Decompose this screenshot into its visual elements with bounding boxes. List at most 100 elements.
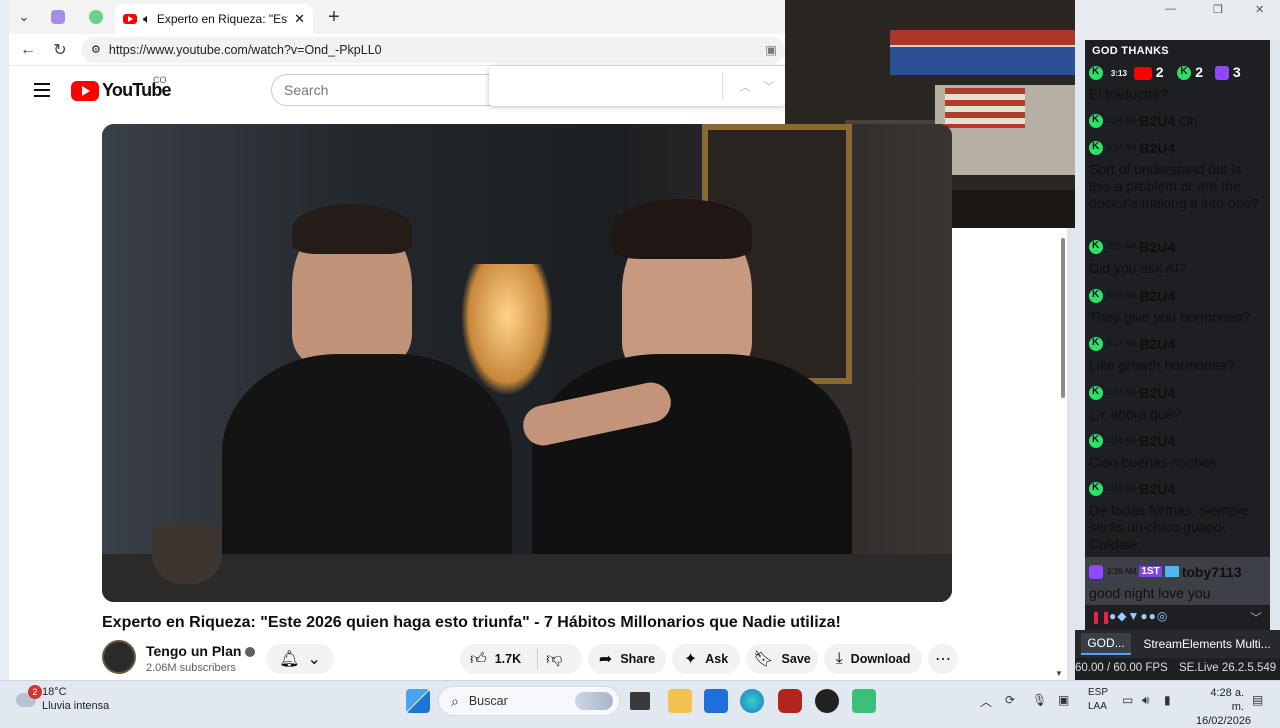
maximize-icon[interactable]: ❐ [1213,3,1223,16]
chat-username[interactable]: B2U4 [1139,336,1175,352]
emote-icons[interactable]: ●◆▼●●◎ [1109,609,1168,623]
chat-username[interactable]: B2U4 [1139,239,1175,255]
chat-username[interactable]: B2U4 [1139,288,1175,304]
bookmark-icon: 🔖︎ [753,651,774,668]
person-left-hair [292,204,412,254]
search-placeholder: Search [284,82,329,98]
store-icon[interactable] [704,689,728,713]
close-window-icon[interactable]: ✕ [1255,3,1264,16]
chat-username[interactable]: B2U4 [1139,385,1175,401]
language-indicator[interactable]: ESP LAA [1088,686,1108,714]
app-green-icon[interactable] [852,689,876,713]
chat-username[interactable]: B2U4 [1139,113,1175,129]
channel-avatar[interactable] [102,640,136,674]
obs-icon[interactable] [815,689,839,713]
kick-count: 2 [1195,64,1204,80]
chat-message: 3:15 AMB2U4 Did you ask AI? [1089,238,1267,277]
youtube-header: YouTube CO Search ︿ ﹀ [9,66,785,116]
microphone-icon[interactable]: 🎙︎ [1032,693,1047,707]
reload-icon[interactable]: ↻ [49,40,71,60]
tab-actions-chevron-icon[interactable]: ⌄ [9,2,39,32]
thumbs-down-icon[interactable]: 👎︎ [546,650,562,669]
clock-date: 16/02/2026 [1196,715,1252,727]
message-time: 3:16 AM [1107,291,1137,301]
pinned-tab-2[interactable] [77,0,115,34]
chat-username[interactable]: B2U4 [1139,140,1175,156]
pinned-tab-1[interactable] [39,0,77,34]
fps-readout: 60.00 / 60.00 FPS [1075,662,1168,674]
weather-text[interactable]: 18°C Lluvia intensa [42,685,109,713]
address-bar: ← ↻ ⚙︎ https://www.youtube.com/watch?v=O… [9,34,785,66]
chevron-down-icon[interactable]: ﹀ [1250,609,1262,626]
scroll-down-arrow-icon[interactable]: ▼ [1055,669,1063,678]
like-button[interactable]: 👍︎ 1.7K 👎︎ [460,644,582,674]
video-player[interactable] [102,124,952,602]
chat-message: 3:14 AMB2U4Oh [1089,112,1267,130]
clock[interactable]: 4:28 a. m. 16/02/2026 [1196,686,1252,728]
find-in-page-box[interactable]: ︿ ﹀ [489,66,785,106]
scrollbar-thumb[interactable] [1061,238,1065,398]
share-button[interactable]: ➦ Share [588,644,666,674]
tab-youtube-active[interactable]: 🔈︎ Experto en Riqueza: "Este 2026 ✕ [115,4,313,34]
save-label: Save [781,652,811,666]
sync-icon[interactable]: ⟳ [1005,693,1015,707]
notification-icon[interactable]: ▤ [1252,693,1263,707]
file-explorer-icon[interactable] [668,689,692,713]
tray-app-icon[interactable]: ▣ [1058,693,1069,707]
weather-widget[interactable]: 2 [14,685,42,711]
twitch-icon [1214,66,1229,81]
app-red-icon[interactable] [778,689,802,713]
cup [152,524,222,584]
task-view-icon[interactable] [630,692,650,710]
search-input[interactable]: Search [271,74,501,106]
windows-start-icon[interactable] [406,689,430,713]
message-time: 3:39 AM [1107,567,1137,577]
chat-username[interactable]: B2U4 [1139,433,1175,449]
save-button[interactable]: 🔖︎ Save [746,644,818,674]
download-button[interactable]: ⤓ Download [824,644,922,674]
message-time: 3:13 [1110,68,1127,78]
message-time: 3:15 AM [1107,242,1137,252]
message-text: They give you hormones? [1089,309,1251,325]
url-field[interactable]: ⚙︎ https://www.youtube.com/watch?v=Ond_-… [81,36,785,63]
kick-icon [1089,385,1103,400]
dock-tab-streamelements[interactable]: StreamElements Multi... [1137,633,1277,655]
close-tab-icon[interactable]: ✕ [294,11,305,27]
battery-icon[interactable]: ▮ [1164,693,1171,707]
youtube-play-icon [71,80,99,101]
dock-tab-god[interactable]: GOD... [1081,633,1131,655]
volume-icon[interactable]: 🔊︎ [1142,693,1150,708]
search-icon: ⌕ [451,692,459,709]
notifications-button[interactable]: 🔔︎ ⌄ [266,644,334,674]
message-time: 3:18 AM [1107,436,1137,446]
message-time: 3:17 AM [1107,388,1137,398]
back-arrow-icon[interactable]: ← [17,41,39,59]
find-next-icon[interactable]: ﹀ [763,78,775,95]
tray-chevron-up-icon[interactable]: ︿ [980,693,992,710]
chat-username[interactable]: toby7113 [1182,564,1242,580]
speaker-icon[interactable]: 🔈︎ [143,11,151,27]
new-tab-plus-icon[interactable]: + [319,2,349,32]
chat-username[interactable]: B2U4 [1139,481,1175,497]
page-scrollbar[interactable]: ▼ [1053,228,1067,680]
find-previous-icon[interactable]: ︿ [739,78,751,95]
more-actions-button[interactable]: ⋯ [928,644,958,674]
table [102,554,952,602]
platform-stats: 3:13 2 2 3 [1089,64,1241,81]
channel-name-wrap[interactable]: Tengo un Plan [146,643,256,659]
kick-icon [1089,336,1103,351]
kick-icon [1177,66,1192,81]
message-text: good night love you [1089,585,1211,601]
kick-icon [1089,140,1103,155]
taskbar-search[interactable]: ⌕ Buscar [438,686,620,716]
kick-icon [1089,239,1103,254]
ask-button[interactable]: ✦ Ask [672,644,740,674]
menu-hamburger-icon[interactable] [34,83,50,97]
message-text: Did you ask AI? [1089,260,1187,276]
network-icon[interactable]: ▭ [1122,693,1133,707]
minimize-icon[interactable]: — [1165,3,1176,15]
site-info-icon[interactable]: ⚙︎ [91,43,101,56]
split-screen-icon[interactable]: ▣ [765,42,777,57]
taskbar-search-label: Buscar [468,694,508,708]
edge-browser-icon[interactable] [740,689,764,713]
